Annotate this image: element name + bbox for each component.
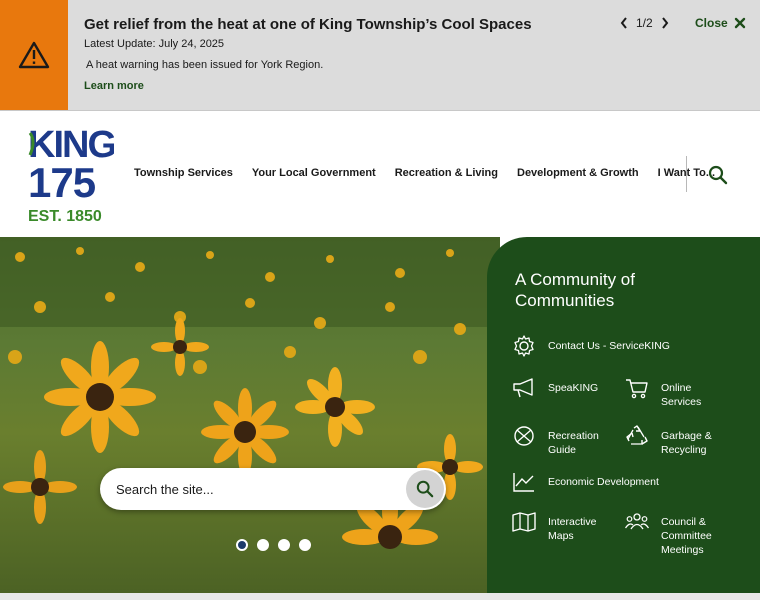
megaphone-icon	[513, 378, 533, 398]
alert-message: A heat warning has been issued for York …	[86, 59, 324, 71]
close-label: Close	[695, 16, 728, 30]
recycle-icon	[626, 425, 648, 445]
warning-triangle-icon	[18, 41, 50, 69]
cart-icon	[626, 379, 648, 399]
quick-link-label: Garbage & Recycling	[661, 430, 712, 456]
alert-date: Latest Update: July 24, 2025	[84, 38, 225, 50]
people-icon	[625, 513, 649, 530]
chart-icon	[513, 473, 534, 492]
page: Get relief from the heat at one of King …	[0, 0, 760, 600]
chevron-left-icon[interactable]	[620, 16, 628, 30]
main-nav: Township Services Your Local Government …	[134, 167, 734, 179]
search-icon	[416, 480, 434, 498]
svg-text:EST. 1850: EST. 1850	[28, 208, 102, 225]
hero: A Community of Communities Contact Us - …	[0, 237, 760, 593]
panel-title: A Community of Communities	[515, 270, 635, 310]
quick-link-label: Interactive Maps	[548, 516, 597, 542]
carousel-dot[interactable]	[257, 539, 269, 551]
alert-banner: Get relief from the heat at one of King …	[0, 0, 760, 110]
site-search-input[interactable]	[116, 478, 396, 500]
quick-link-label: Online Services	[661, 382, 702, 408]
nav-development-growth[interactable]: Development & Growth	[517, 167, 639, 179]
gear-icon	[514, 335, 534, 357]
king-175-logo[interactable]: KING 175 EST. 1850	[26, 125, 114, 225]
alert-title: Get relief from the heat at one of King …	[84, 16, 532, 33]
nav-recreation-living[interactable]: Recreation & Living	[395, 167, 498, 179]
site-search-box	[100, 468, 446, 510]
alert-icon-box	[0, 0, 68, 110]
site-search-button[interactable]	[406, 470, 444, 508]
quick-link-garbage-recycling[interactable]: Garbage & Recycling	[625, 425, 731, 457]
site-header: KING 175 EST. 1850 Township Services You…	[0, 110, 760, 237]
quick-link-online-services[interactable]: Online Services	[625, 377, 721, 409]
carousel-dots	[236, 539, 311, 551]
search-icon[interactable]	[708, 165, 728, 185]
alert-pager: 1/2	[620, 16, 669, 30]
bottom-strip	[0, 593, 760, 600]
quick-link-economic-development[interactable]: Economic Development	[512, 471, 659, 493]
nav-your-local-government[interactable]: Your Local Government	[252, 167, 376, 179]
quick-link-label: Contact Us - ServiceKING	[548, 340, 670, 352]
quick-link-speaking[interactable]: SpeaKING	[512, 377, 598, 399]
quick-link-interactive-maps[interactable]: Interactive Maps	[512, 511, 610, 543]
nav-township-services[interactable]: Township Services	[134, 167, 233, 179]
pager-count: 1/2	[636, 16, 653, 30]
map-icon	[512, 512, 536, 532]
close-icon	[734, 17, 745, 29]
svg-text:175: 175	[28, 159, 96, 206]
close-alert-button[interactable]: Close	[695, 16, 746, 30]
quick-link-recreation-guide[interactable]: Recreation Guide	[512, 425, 610, 457]
quick-link-label: Recreation Guide	[548, 430, 599, 456]
quick-links-panel: A Community of Communities Contact Us - …	[487, 237, 760, 593]
quick-link-label: Council & Committee Meetings	[661, 516, 712, 556]
quick-link-label: Economic Development	[548, 476, 659, 488]
carousel-dot[interactable]	[278, 539, 290, 551]
quick-link-label: SpeaKING	[548, 382, 599, 394]
chevron-right-icon[interactable]	[661, 16, 669, 30]
learn-more-link[interactable]: Learn more	[84, 80, 144, 92]
ball-icon	[514, 426, 534, 446]
nav-divider	[686, 156, 687, 192]
carousel-dot[interactable]	[236, 539, 248, 551]
quick-link-contact-us[interactable]: Contact Us - ServiceKING	[512, 335, 670, 357]
quick-link-council-meetings[interactable]: Council & Committee Meetings	[625, 511, 733, 557]
carousel-dot[interactable]	[299, 539, 311, 551]
